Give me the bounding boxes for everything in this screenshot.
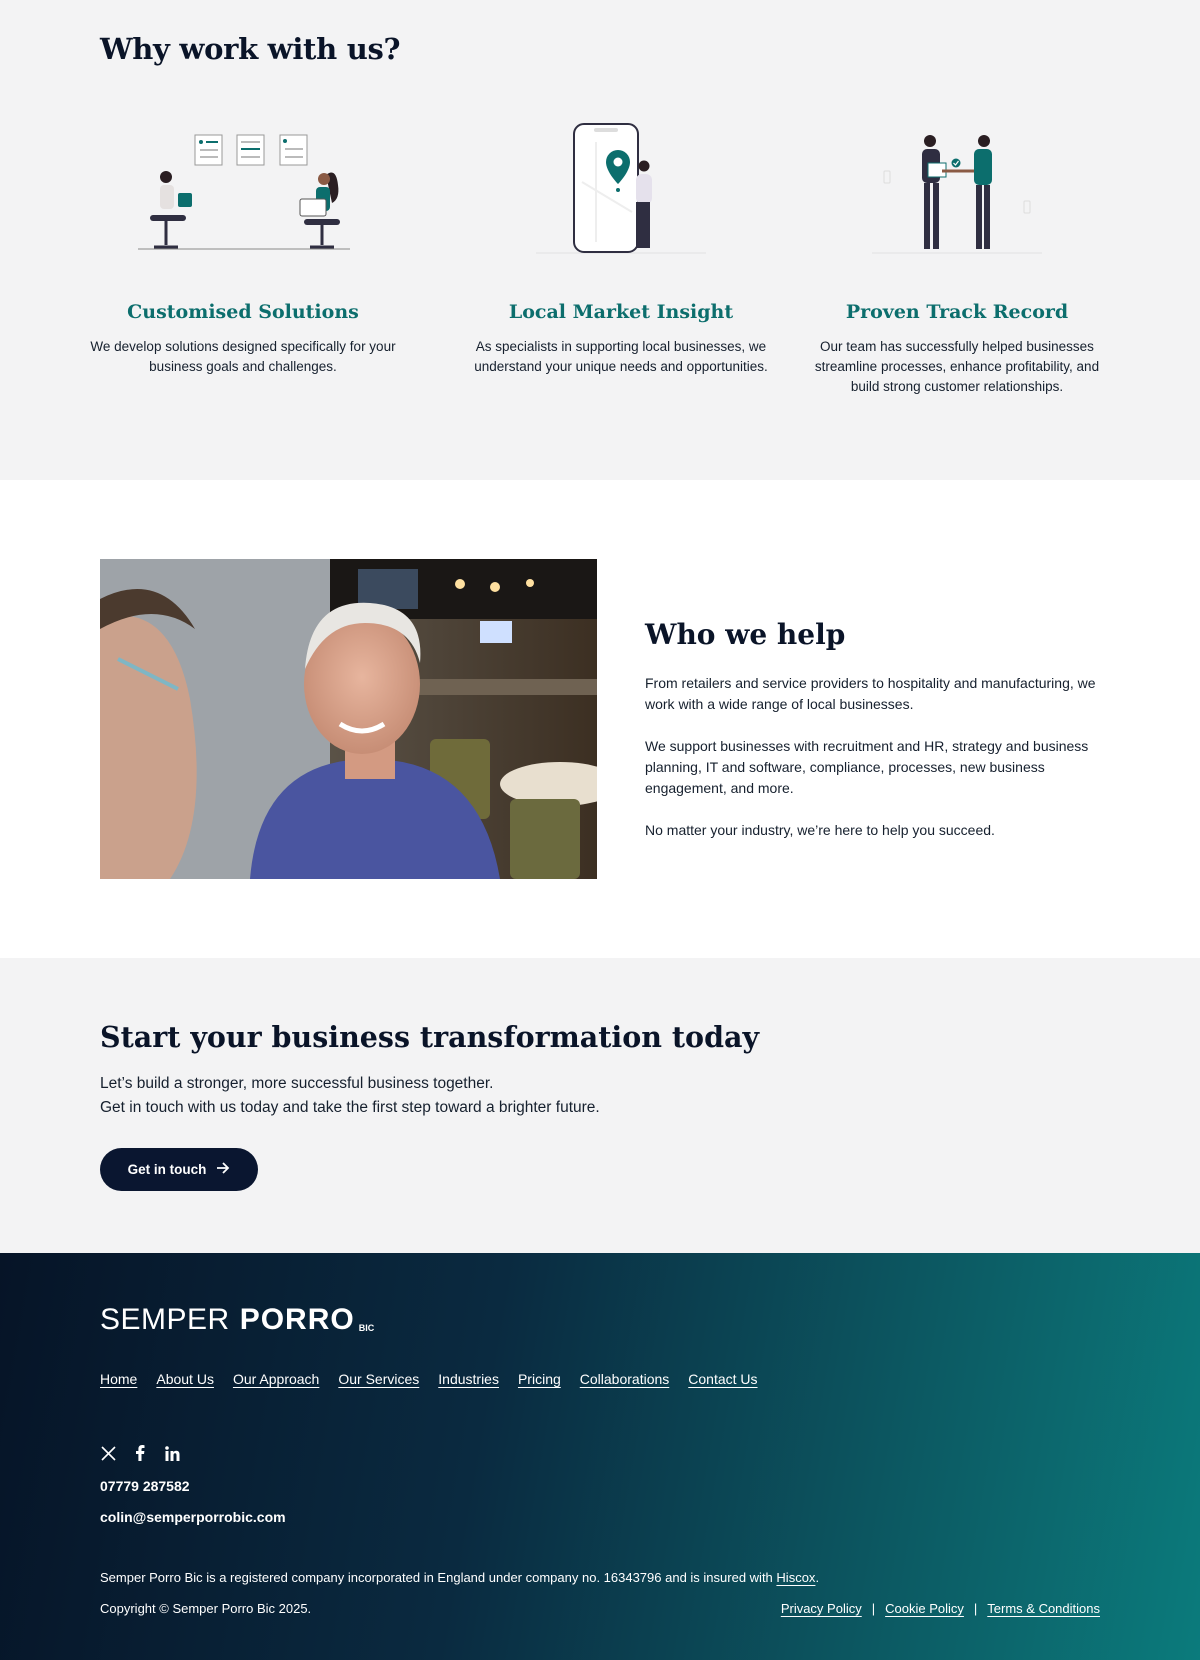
cta-section: Start your business transformation today… bbox=[0, 958, 1200, 1253]
footer-nav-our-services[interactable]: Our Services bbox=[338, 1371, 419, 1387]
cta-line: Get in touch with us today and take the … bbox=[100, 1099, 600, 1116]
logo-part: BIC bbox=[358, 1323, 375, 1333]
footer-nav: Home About Us Our Approach Our Services … bbox=[100, 1371, 758, 1387]
who-section: Who we help From retailers and service p… bbox=[0, 480, 1200, 958]
feature-track-record: Proven Track Record Our team has success… bbox=[792, 112, 1122, 397]
cta-title: Start your business transformation today bbox=[100, 1020, 760, 1054]
logo-part: PORRO bbox=[239, 1303, 355, 1336]
footer-email[interactable]: colin@semperporrobic.com bbox=[100, 1509, 286, 1525]
cta-text: Let’s build a stronger, more successful … bbox=[100, 1072, 600, 1120]
who-paragraph: We support businesses with recruitment a… bbox=[645, 738, 1089, 796]
why-section: Why work with us? Customised Solutions W… bbox=[0, 0, 1200, 480]
footer-nav-contact-us[interactable]: Contact Us bbox=[688, 1371, 757, 1387]
phone-location-illustration bbox=[456, 112, 786, 257]
cta-line: Let’s build a stronger, more successful … bbox=[100, 1075, 494, 1092]
feature-customised: Customised Solutions We develop solution… bbox=[78, 112, 408, 377]
footer-logo[interactable]: SEMPER PORRO BIC bbox=[100, 1303, 374, 1337]
feature-text: We develop solutions designed specifical… bbox=[90, 339, 396, 374]
cookie-policy-link[interactable]: Cookie Policy bbox=[885, 1601, 964, 1616]
legal-period: . bbox=[815, 1570, 820, 1585]
feature-title: Customised Solutions bbox=[127, 301, 359, 323]
who-paragraph: No matter your industry, we’re here to h… bbox=[645, 822, 995, 838]
footer-nav-industries[interactable]: Industries bbox=[438, 1371, 499, 1387]
team-photo bbox=[100, 559, 597, 879]
button-label: Get in touch bbox=[127, 1162, 207, 1177]
footer: SEMPER PORRO BIC Home About Us Our Appro… bbox=[0, 1253, 1200, 1660]
privacy-policy-link[interactable]: Privacy Policy bbox=[781, 1601, 862, 1616]
arrow-right-icon bbox=[216, 1162, 230, 1177]
footer-nav-about-us[interactable]: About Us bbox=[156, 1371, 214, 1387]
who-paragraph: From retailers and service providers to … bbox=[645, 675, 1096, 712]
handshake-illustration bbox=[792, 112, 1122, 257]
separator: | bbox=[871, 1601, 876, 1616]
footer-nav-home[interactable]: Home bbox=[100, 1371, 137, 1387]
footer-phone[interactable]: 07779 287582 bbox=[100, 1478, 190, 1494]
linkedin-icon[interactable] bbox=[164, 1445, 180, 1461]
get-in-touch-button[interactable]: Get in touch bbox=[100, 1148, 258, 1191]
footer-nav-collaborations[interactable]: Collaborations bbox=[580, 1371, 670, 1387]
feature-text: As specialists in supporting local busin… bbox=[474, 339, 768, 374]
terms-conditions-link[interactable]: Terms & Conditions bbox=[987, 1601, 1100, 1616]
who-title: Who we help bbox=[645, 618, 846, 651]
footer-nav-our-approach[interactable]: Our Approach bbox=[233, 1371, 319, 1387]
separator: | bbox=[973, 1601, 978, 1616]
feature-title: Proven Track Record bbox=[845, 301, 1069, 323]
who-content: Who we help From retailers and service p… bbox=[645, 618, 1105, 862]
copyright: Copyright © Semper Porro Bic 2025. bbox=[100, 1601, 312, 1616]
feature-title: Local Market Insight bbox=[508, 301, 734, 323]
footer-nav-pricing[interactable]: Pricing bbox=[518, 1371, 561, 1387]
hiscox-link[interactable]: Hiscox bbox=[776, 1570, 815, 1585]
legal-statement: Semper Porro Bic is a registered company… bbox=[100, 1570, 819, 1585]
facebook-icon[interactable] bbox=[132, 1445, 148, 1461]
legal-text: Semper Porro Bic is a registered company… bbox=[100, 1570, 773, 1585]
policy-links: Privacy Policy | Cookie Policy | Terms &… bbox=[781, 1601, 1100, 1616]
logo-part: SEMPER bbox=[100, 1303, 230, 1336]
social-links bbox=[100, 1445, 180, 1461]
feature-text: Our team has successfully helped busines… bbox=[814, 339, 1100, 394]
x-icon[interactable] bbox=[100, 1445, 116, 1461]
team-workspace-illustration bbox=[78, 112, 408, 257]
feature-local-insight: Local Market Insight As specialists in s… bbox=[456, 112, 786, 377]
why-title: Why work with us? bbox=[100, 32, 401, 66]
